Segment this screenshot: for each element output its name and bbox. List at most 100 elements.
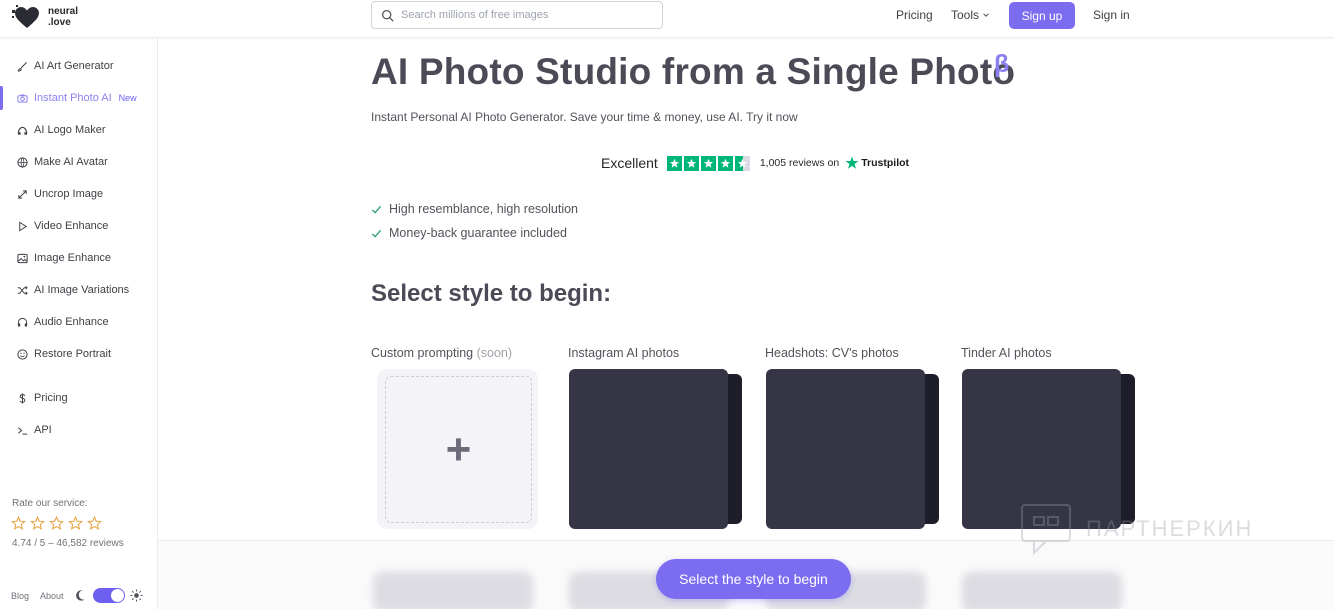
trustpilot-review-count: 1,005 reviews on: [759, 157, 840, 169]
trustpilot-star-icon: [666, 155, 682, 171]
sidebar-item-label: API: [34, 424, 52, 436]
nav-tools-dropdown[interactable]: Tools: [951, 8, 990, 22]
search-input[interactable]: [401, 9, 641, 21]
play-icon: [17, 220, 28, 232]
sidebar-item-label: AI Logo Maker: [34, 124, 106, 136]
signin-link[interactable]: Sign in: [1093, 8, 1130, 22]
sidebar-item-make-ai-avatar[interactable]: Make AI Avatar: [0, 150, 157, 174]
feature-item: Money-back guarantee included: [371, 226, 567, 240]
nav-pricing-link[interactable]: Pricing: [896, 8, 933, 22]
select-style-cta-button[interactable]: Select the style to begin: [656, 559, 851, 599]
expand-icon: [17, 189, 28, 200]
brand-name-line1: neural: [48, 6, 79, 17]
search-icon: [381, 9, 394, 22]
brush-icon: [17, 61, 28, 72]
rating-stars[interactable]: [11, 516, 102, 531]
card-label-headshots: Headshots: CV's photos: [765, 346, 899, 360]
star-icon[interactable]: [68, 516, 83, 531]
sidebar-item-pricing[interactable]: Pricing: [0, 386, 157, 410]
toggle-knob: [111, 589, 124, 602]
plus-icon: +: [445, 424, 472, 474]
blurred-card: [373, 572, 533, 609]
headphones-icon: [17, 317, 28, 328]
section-title: Select style to begin:: [371, 280, 612, 307]
chevron-down-icon: [983, 13, 989, 17]
custom-prompting-dropzone: +: [385, 376, 532, 523]
footer-about-link[interactable]: About: [40, 591, 64, 601]
page-subtitle: Instant Personal AI Photo Generator. Sav…: [371, 110, 798, 124]
rating-score: 4.74 / 5 – 46,582 reviews: [12, 538, 124, 549]
sidebar-item-restore-portrait[interactable]: Restore Portrait: [0, 342, 157, 366]
search-box[interactable]: [371, 1, 663, 29]
feature-item: High resemblance, high resolution: [371, 202, 578, 216]
instagram-style-card[interactable]: [569, 369, 743, 529]
sidebar-item-image-enhance[interactable]: Image Enhance: [0, 246, 157, 270]
image-icon: [17, 253, 28, 264]
rate-service-label: Rate our service:: [12, 498, 88, 509]
custom-prompting-card[interactable]: +: [377, 369, 538, 529]
nav-tools-label: Tools: [951, 8, 980, 22]
new-badge: New: [118, 93, 137, 103]
page-title: AI Photo Studio from a Single Photo: [371, 51, 1016, 92]
signup-button[interactable]: Sign up: [1009, 2, 1075, 29]
chat-bubble-icon: [1021, 504, 1071, 555]
sidebar-item-label: Audio Enhance: [34, 316, 109, 328]
sidebar-item-ai-logo-maker[interactable]: AI Logo Maker: [0, 118, 157, 142]
watermark-text: ПАРТНЕРКИН: [1086, 516, 1254, 541]
trustpilot-brand: Trustpilot: [861, 157, 910, 169]
brand-name-line2: .love: [48, 17, 71, 28]
trustpilot-excellent: Excellent: [601, 155, 658, 171]
sidebar-item-api[interactable]: API: [0, 418, 157, 442]
avatar-icon: [17, 156, 28, 168]
soon-tag: (soon): [476, 346, 513, 360]
sidebar-item-label: AI Art Generator: [34, 60, 114, 72]
check-icon: [371, 205, 382, 214]
trustpilot-widget[interactable]: Excellent 1,005 reviews on Trustpilot: [601, 155, 909, 171]
sidebar-item-label: Restore Portrait: [34, 348, 112, 360]
dollar-icon: [17, 392, 28, 404]
sidebar-item-label: Pricing: [34, 392, 68, 404]
sidebar-item-label: Instant Photo AI: [34, 92, 112, 104]
card-label-instagram: Instagram AI photos: [568, 346, 680, 360]
trustpilot-star-logo-icon: [845, 156, 859, 169]
trustpilot-star-icon: [700, 155, 716, 171]
footer-blog-link[interactable]: Blog: [11, 591, 29, 601]
terminal-icon: [17, 425, 28, 436]
shuffle-icon: [17, 285, 28, 296]
blurred-card: [962, 572, 1122, 609]
card-stack-front: [766, 369, 925, 529]
app-root: neural .love Pricing Tools Sign up Sign …: [0, 0, 1334, 609]
card-stack-front: [569, 369, 728, 529]
card-label-text: Custom prompting: [371, 346, 474, 360]
star-icon[interactable]: [30, 516, 45, 531]
brand-logo[interactable]: neural .love: [12, 4, 78, 30]
card-label-tinder: Tinder AI photos: [961, 346, 1052, 360]
star-icon[interactable]: [11, 516, 26, 531]
beta-superscript: β: [994, 50, 1010, 78]
logo-maker-icon: [17, 125, 28, 136]
sidebar-item-ai-art-generator[interactable]: AI Art Generator: [0, 54, 157, 78]
sidebar-item-label: Video Enhance: [34, 220, 109, 232]
heart-pixel-logo-icon: [12, 5, 39, 28]
sidebar-item-label: Make AI Avatar: [34, 156, 108, 168]
trustpilot-star-icon: [717, 155, 733, 171]
star-icon[interactable]: [87, 516, 102, 531]
sidebar-item-ai-image-variations[interactable]: AI Image Variations: [0, 278, 157, 302]
sidebar-item-instant-photo-ai[interactable]: Instant Photo AI New: [0, 86, 157, 110]
camera-icon: [17, 93, 28, 104]
sidebar-item-label: Uncrop Image: [34, 188, 104, 200]
sidebar-item-video-enhance[interactable]: Video Enhance: [0, 214, 157, 238]
trustpilot-logo: Trustpilot: [845, 156, 909, 170]
sun-icon: [130, 589, 143, 602]
trustpilot-star-icon: [683, 155, 699, 171]
trustpilot-half-star-icon: [734, 155, 750, 171]
theme-toggle[interactable]: [93, 588, 125, 603]
trustpilot-stars: [666, 155, 750, 171]
star-icon[interactable]: [49, 516, 64, 531]
sidebar-item-uncrop-image[interactable]: Uncrop Image: [0, 182, 157, 206]
feature-text: Money-back guarantee included: [389, 226, 567, 240]
sidebar-item-audio-enhance[interactable]: Audio Enhance: [0, 310, 157, 334]
watermark: ПАРТНЕРКИН: [1020, 503, 1253, 555]
headshots-style-card[interactable]: [766, 369, 940, 529]
sidebar-item-label: Image Enhance: [34, 252, 112, 264]
